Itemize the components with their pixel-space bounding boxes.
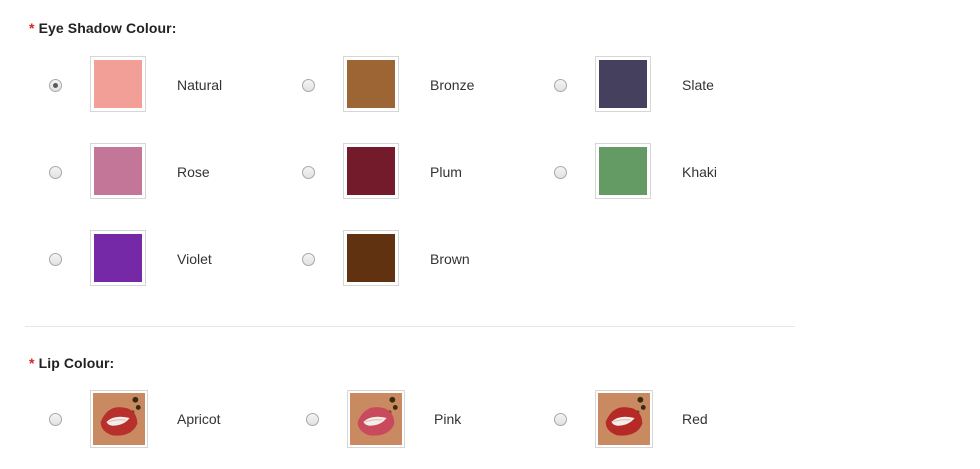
eye-shadow-option-brown[interactable]: Brown <box>302 230 532 290</box>
swatch-plum[interactable] <box>343 143 399 199</box>
radio-rose[interactable] <box>49 166 62 179</box>
option-label: Violet <box>177 251 212 267</box>
lip-colour-title-text: Lip Colour: <box>38 355 115 371</box>
eye-shadow-title-text: Eye Shadow Colour: <box>38 20 177 36</box>
eye-shadow-option-slate[interactable]: Slate <box>554 56 784 116</box>
option-label: Natural <box>177 77 223 93</box>
option-label: Red <box>682 411 708 427</box>
required-marker: * <box>29 355 35 371</box>
radio-pink[interactable] <box>306 413 319 426</box>
option-label: Pink <box>434 411 462 427</box>
eye-shadow-option-rose[interactable]: Rose <box>49 143 279 203</box>
swatch-rose[interactable] <box>90 143 146 199</box>
required-marker: * <box>29 20 35 36</box>
eye-shadow-option-plum[interactable]: Plum <box>302 143 532 203</box>
product-options-form: * Eye Shadow Colour: Natural Bronze Slate… <box>0 0 980 469</box>
eye-shadow-option-khaki[interactable]: Khaki <box>554 143 784 203</box>
radio-violet[interactable] <box>49 253 62 266</box>
radio-natural[interactable] <box>49 79 62 92</box>
lip-option-red[interactable]: Red <box>554 390 784 450</box>
eye-shadow-option-natural[interactable]: Natural <box>49 56 279 116</box>
option-label: Apricot <box>177 411 221 427</box>
radio-khaki[interactable] <box>554 166 567 179</box>
eye-shadow-option-bronze[interactable]: Bronze <box>302 56 532 116</box>
eye-shadow-title: * Eye Shadow Colour: <box>29 20 177 36</box>
radio-red[interactable] <box>554 413 567 426</box>
swatch-brown[interactable] <box>343 230 399 286</box>
section-divider <box>25 326 795 327</box>
lip-option-pink[interactable]: Pink <box>306 390 536 450</box>
lip-option-apricot[interactable]: Apricot <box>49 390 279 450</box>
lip-photo-red[interactable] <box>595 390 653 448</box>
lips-photo-icon <box>93 393 145 445</box>
radio-plum[interactable] <box>302 166 315 179</box>
swatch-khaki[interactable] <box>595 143 651 199</box>
option-label: Khaki <box>682 164 718 180</box>
option-label: Bronze <box>430 77 475 93</box>
option-label: Plum <box>430 164 462 180</box>
option-label: Brown <box>430 251 470 267</box>
radio-slate[interactable] <box>554 79 567 92</box>
lip-photo-apricot[interactable] <box>90 390 148 448</box>
swatch-bronze[interactable] <box>343 56 399 112</box>
option-label: Slate <box>682 77 714 93</box>
eye-shadow-option-violet[interactable]: Violet <box>49 230 279 290</box>
radio-bronze[interactable] <box>302 79 315 92</box>
swatch-natural[interactable] <box>90 56 146 112</box>
radio-apricot[interactable] <box>49 413 62 426</box>
option-label: Rose <box>177 164 210 180</box>
lips-photo-icon <box>350 393 402 445</box>
swatch-violet[interactable] <box>90 230 146 286</box>
radio-brown[interactable] <box>302 253 315 266</box>
swatch-slate[interactable] <box>595 56 651 112</box>
lip-photo-pink[interactable] <box>347 390 405 448</box>
lips-photo-icon <box>598 393 650 445</box>
lip-colour-title: * Lip Colour: <box>29 355 114 371</box>
